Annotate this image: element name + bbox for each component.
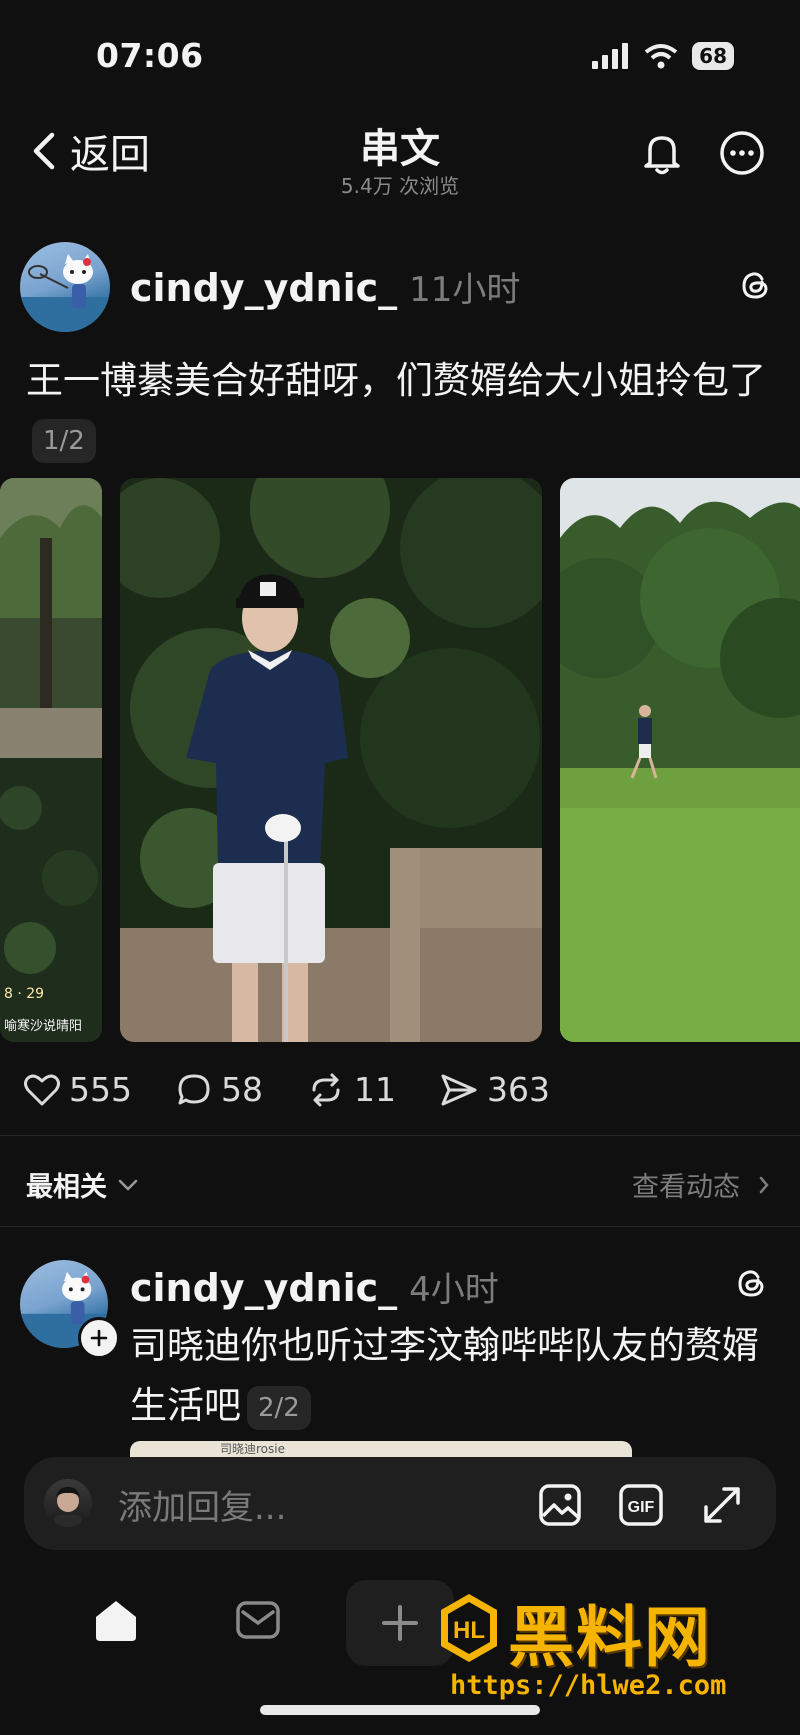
status-icons: 68: [592, 42, 734, 70]
chevron-down-icon: [118, 1179, 138, 1191]
expand-icon: [704, 1487, 740, 1523]
photo-golfer-portrait: [120, 478, 542, 1042]
carousel-photo-prev[interactable]: 8 · 29 喻寒沙说晴阳: [0, 478, 102, 1042]
divider: [0, 1135, 800, 1136]
watermark-url: https://hlwe2.com: [450, 1670, 727, 1701]
gif-icon: GIF: [619, 1484, 663, 1526]
tab-messages[interactable]: [230, 1592, 286, 1648]
like-button[interactable]: 555: [24, 1070, 132, 1109]
reply-embed-preview[interactable]: 司晓迪rosie: [130, 1441, 632, 1457]
user-photo-icon: [54, 1487, 82, 1527]
share-count: 363: [487, 1070, 550, 1109]
repost-count: 11: [354, 1070, 396, 1109]
post-time: 11小时: [409, 270, 521, 310]
mail-icon: [236, 1601, 280, 1639]
notification-button[interactable]: [639, 130, 685, 176]
photo-watermark: 喻寒沙说晴阳: [4, 1018, 82, 1034]
signal-icon: [592, 43, 629, 69]
reply-text: 司晓迪你也听过李汶翰哔哔队友的赘婿生活吧 2/2: [130, 1316, 770, 1436]
watermark-logo: HL: [438, 1592, 500, 1664]
tab-home[interactable]: [88, 1592, 144, 1648]
reply-page-indicator: 2/2: [247, 1385, 311, 1430]
hl-logo-icon: HL: [441, 1594, 497, 1662]
post-username[interactable]: cindy_ydnic_: [130, 266, 397, 310]
view-activity-label: 查看动态: [632, 1172, 740, 1203]
post-page-indicator: 1/2: [32, 418, 96, 463]
sort-dropdown[interactable]: 最相关: [26, 1165, 139, 1204]
threads-logo-button[interactable]: [738, 268, 772, 306]
photo-golf-course: [560, 478, 800, 1042]
comment-icon: [178, 1074, 210, 1104]
post-avatar[interactable]: [20, 242, 110, 332]
plus-icon: [90, 1329, 108, 1347]
carousel-photo-next[interactable]: [560, 478, 800, 1042]
view-activity-link[interactable]: 查看动态: [632, 1165, 770, 1204]
battery-indicator: 68: [692, 42, 734, 70]
post-text: 王一博綦美合好甜呀，们赘婿给大小姐拎包了 1/2: [26, 352, 766, 468]
post-body: 王一博綦美合好甜呀，们赘婿给大小姐拎包了: [26, 359, 766, 402]
wifi-icon: [644, 44, 678, 69]
post-actions: 555 58 11 363: [24, 1070, 550, 1109]
user-avatar: [44, 1479, 92, 1527]
bell-icon: [644, 136, 680, 175]
repost-button[interactable]: 11: [307, 1070, 396, 1109]
comment-button[interactable]: 58: [176, 1070, 263, 1109]
reply-input[interactable]: 添加回复...: [118, 1480, 286, 1529]
post-author-line: cindy_ydnic_ 11小时: [130, 262, 520, 311]
heart-icon: [24, 1074, 60, 1105]
reply-time: 4小时: [409, 1270, 499, 1310]
send-icon: [441, 1074, 477, 1105]
like-count: 555: [69, 1070, 132, 1109]
status-time: 07:06: [96, 36, 204, 75]
image-icon: [539, 1484, 581, 1526]
reply-username[interactable]: cindy_ydnic_: [130, 1266, 397, 1310]
expand-button[interactable]: [700, 1483, 744, 1531]
carousel-photo-main[interactable]: [120, 478, 542, 1042]
divider: [0, 1226, 800, 1227]
reply-author-line: cindy_ydnic_ 4小时: [130, 1262, 499, 1311]
attach-gif-button[interactable]: GIF: [618, 1483, 664, 1531]
plus-icon: [382, 1605, 418, 1641]
threads-icon: [738, 1270, 764, 1297]
attach-image-button[interactable]: [538, 1483, 582, 1531]
avatar-character-icon: [20, 254, 110, 332]
photo-caption: 8 · 29: [4, 986, 44, 1002]
more-button[interactable]: [719, 130, 765, 176]
repost-icon: [312, 1073, 340, 1106]
more-icon: [720, 131, 764, 175]
svg-text:HL: HL: [453, 1617, 485, 1644]
follow-button[interactable]: [78, 1317, 120, 1359]
home-icon: [96, 1601, 136, 1641]
photo-garden-image: 8 · 29 喻寒沙说晴阳: [0, 478, 102, 1042]
threads-logo-button[interactable]: [734, 1266, 768, 1304]
share-button[interactable]: 363: [440, 1070, 550, 1109]
embed-preview-text: 司晓迪rosie: [220, 1442, 285, 1456]
watermark-brand: 黑料网: [508, 1599, 712, 1676]
chevron-right-icon: [759, 1176, 769, 1193]
reply-body: 司晓迪你也听过李汶翰哔哔队友的赘婿生活吧: [130, 1324, 759, 1427]
threads-icon: [742, 272, 768, 299]
sort-label: 最相关: [26, 1172, 107, 1203]
home-indicator[interactable]: [260, 1705, 540, 1715]
comment-count: 58: [221, 1070, 263, 1109]
svg-text:GIF: GIF: [628, 1499, 655, 1516]
